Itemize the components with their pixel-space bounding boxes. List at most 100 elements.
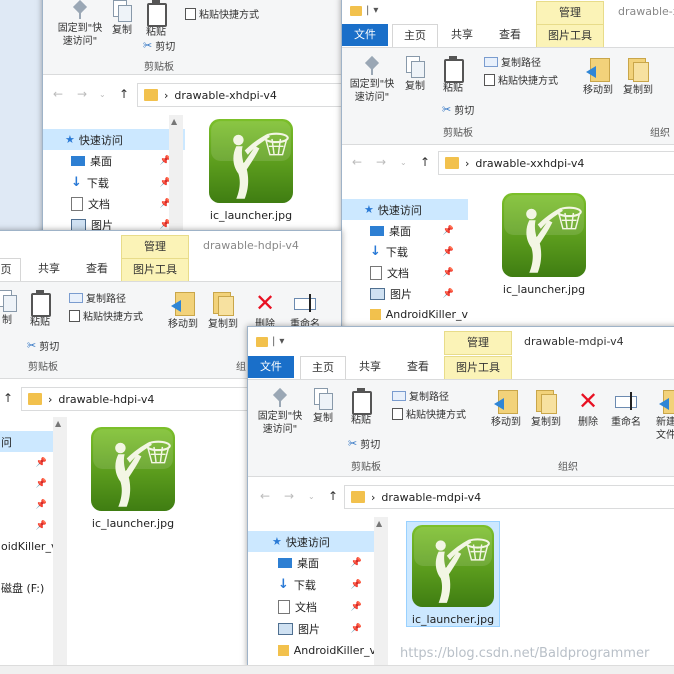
nav-documents[interactable]: 文档 📌: [248, 596, 376, 617]
paste-shortcut-button[interactable]: 粘贴快捷方式: [185, 6, 259, 21]
nav-pin-row[interactable]: 📌: [0, 494, 57, 515]
paste-button[interactable]: 粘贴: [438, 56, 468, 95]
pin-quick-access-button[interactable]: 固定到"快 速访问": [49, 0, 111, 48]
copy-to-button[interactable]: 复制到: [203, 290, 243, 331]
up-arrow-icon[interactable]: ↑: [119, 87, 129, 101]
forward-arrow-icon[interactable]: →: [77, 87, 87, 101]
nav-pictures[interactable]: 图片 📌: [342, 283, 468, 304]
copy-path-button[interactable]: 复制路径: [69, 290, 126, 305]
tab-file[interactable]: 文件: [342, 24, 388, 46]
nav-downloads[interactable]: ↓ 下载 📌: [342, 241, 468, 262]
move-to-button[interactable]: 移动到: [163, 290, 203, 331]
address-field[interactable]: › drawable-xhdpi-v4: [137, 83, 373, 107]
nav-scrollbar[interactable]: ▲: [53, 417, 67, 667]
copy-button[interactable]: 复制: [400, 56, 430, 93]
nav-pin-row[interactable]: 📌: [0, 452, 57, 473]
dropdown-icon[interactable]: ▾: [279, 336, 284, 347]
recent-chevron-icon[interactable]: ⌄: [400, 158, 407, 167]
paste-shortcut-button[interactable]: 粘贴快捷方式: [69, 308, 143, 323]
manage-tab[interactable]: 管理: [536, 1, 604, 25]
copy-button[interactable]: 制: [0, 290, 19, 327]
recent-chevron-icon[interactable]: ⌄: [99, 90, 106, 99]
new-folder-button[interactable]: 新建 文件: [652, 388, 674, 442]
nav-desktop[interactable]: 桌面 📌: [43, 150, 185, 171]
tab-home[interactable]: 主页: [392, 24, 438, 47]
paste-shortcut-button[interactable]: 粘贴快捷方式: [392, 406, 466, 421]
forward-arrow-icon[interactable]: →: [376, 155, 386, 169]
pin-quick-access-button[interactable]: 固定到"快 速访问": [252, 388, 308, 436]
nav-drive[interactable]: 磁盘 (F:): [0, 577, 57, 598]
nav-desktop[interactable]: 桌面 📌: [248, 552, 376, 573]
file-tile[interactable]: ic_launcher.jpg: [83, 427, 183, 530]
scroll-up-icon[interactable]: ▲: [171, 117, 177, 126]
tab-view[interactable]: 查看: [396, 356, 440, 378]
cut-button[interactable]: ✂ 剪切: [348, 436, 380, 451]
up-arrow-icon[interactable]: ↑: [328, 489, 338, 503]
nav-downloads[interactable]: ↓ 下载 📌: [248, 574, 376, 595]
nav-pin-row[interactable]: 📌: [0, 515, 57, 536]
nav-desktop[interactable]: 桌面 📌: [342, 220, 468, 241]
tab-share[interactable]: 共享: [440, 24, 484, 46]
nav-scrollbar[interactable]: ▲: [169, 115, 183, 241]
manage-tab[interactable]: 管理: [444, 331, 512, 355]
back-arrow-icon[interactable]: ←: [53, 87, 63, 101]
paste-shortcut-button[interactable]: 粘贴快捷方式: [484, 72, 558, 87]
tab-home[interactable]: 页: [0, 258, 21, 281]
nav-quick-access[interactable]: 问: [0, 431, 57, 452]
nav-quick-access[interactable]: ★ 快速访问: [43, 129, 185, 150]
manage-tab[interactable]: 管理: [121, 235, 189, 259]
up-arrow-icon[interactable]: ↑: [3, 391, 13, 405]
move-to-button[interactable]: 移动到: [578, 56, 618, 97]
nav-quick-access[interactable]: ★ 快速访问: [342, 199, 468, 220]
delete-button[interactable]: ✕ 删除: [572, 388, 604, 429]
rename-button[interactable]: 重命名: [606, 388, 646, 429]
nav-androidkiller[interactable]: oidKiller_v: [0, 536, 57, 557]
cut-button[interactable]: ✂ 剪切: [442, 102, 474, 117]
file-tile[interactable]: ic_launcher.jpg: [201, 119, 301, 222]
file-tile[interactable]: ic_launcher.jpg: [494, 193, 594, 296]
forward-arrow-icon[interactable]: →: [284, 489, 294, 503]
paste-button[interactable]: 粘贴: [346, 388, 376, 427]
copy-to-button[interactable]: 复制到: [618, 56, 658, 97]
tab-home[interactable]: 主页: [300, 356, 346, 379]
nav-documents[interactable]: 文档 📌: [43, 193, 185, 214]
pin-quick-access-button[interactable]: 固定到"快 速访问": [344, 56, 400, 104]
move-to-button[interactable]: 移动到: [486, 388, 526, 429]
copy-button[interactable]: 复制: [308, 388, 338, 425]
nav-documents[interactable]: 文档 📌: [342, 262, 468, 283]
nav-quick-access[interactable]: ★ 快速访问: [248, 531, 376, 552]
tab-view[interactable]: 查看: [75, 258, 119, 280]
nav-pictures[interactable]: 图片 📌: [248, 618, 376, 639]
copy-path-button[interactable]: 复制路径: [392, 388, 449, 403]
address-field[interactable]: › drawable-xxhdpi-v4: [438, 151, 674, 175]
back-arrow-icon[interactable]: ←: [260, 489, 270, 503]
nav-downloads[interactable]: ↓ 下载 📌: [43, 172, 185, 193]
nav-scrollbar[interactable]: ▲: [374, 517, 388, 667]
tab-picture-tools[interactable]: 图片工具: [121, 258, 189, 282]
tab-share[interactable]: 共享: [348, 356, 392, 378]
nav-androidkiller[interactable]: AndroidKiller_v: [342, 304, 468, 325]
back-arrow-icon[interactable]: ←: [352, 155, 362, 169]
tab-picture-tools[interactable]: 图片工具: [444, 356, 512, 380]
up-arrow-icon[interactable]: ↑: [420, 155, 430, 169]
file-tile[interactable]: ic_launcher.jpg: [406, 521, 500, 627]
paste-button[interactable]: 粘贴: [25, 290, 55, 329]
recent-chevron-icon[interactable]: ⌄: [308, 492, 315, 501]
copy-button[interactable]: 复制: [107, 0, 137, 37]
cut-button[interactable]: ✂ 剪切: [143, 38, 175, 53]
scroll-up-icon[interactable]: ▲: [55, 419, 61, 428]
address-field[interactable]: › drawable-mdpi-v4: [344, 485, 674, 509]
delete-button[interactable]: ✕ 删除: [249, 290, 281, 331]
copy-path-button[interactable]: 复制路径: [484, 54, 541, 69]
tab-view[interactable]: 查看: [488, 24, 532, 46]
paste-button[interactable]: 粘贴: [141, 0, 171, 39]
dropdown-icon[interactable]: ▾: [373, 5, 378, 16]
copy-to-button[interactable]: 复制到: [526, 388, 566, 429]
nav-pin-row[interactable]: 📌: [0, 473, 57, 494]
scroll-up-icon[interactable]: ▲: [376, 519, 382, 528]
nav-androidkiller[interactable]: AndroidKiller_v: [248, 640, 376, 661]
cut-button[interactable]: ✂ 剪切: [27, 338, 59, 353]
tab-file[interactable]: 文件: [248, 356, 294, 378]
tab-share[interactable]: 共享: [27, 258, 71, 280]
rename-button[interactable]: 重命名: [285, 290, 325, 331]
